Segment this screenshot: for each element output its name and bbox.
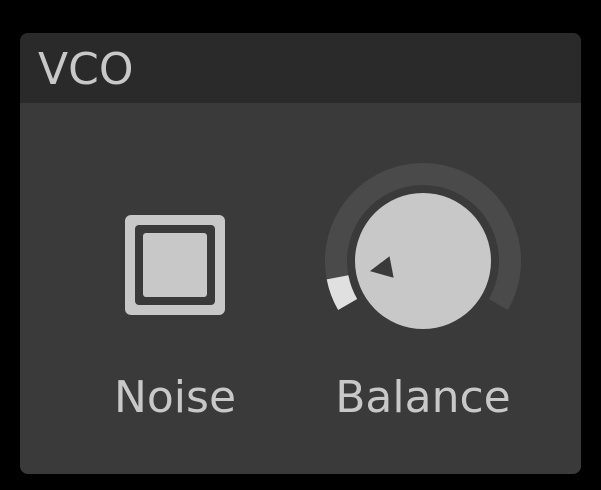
vco-module-panel: VCO Noise Balance bbox=[20, 33, 581, 474]
square-toggle-icon bbox=[125, 215, 225, 315]
knob-cap bbox=[355, 193, 491, 329]
knob-value-arc bbox=[326, 274, 358, 310]
toggle-indicator bbox=[143, 233, 207, 297]
rotary-knob-icon bbox=[325, 163, 521, 329]
noise-label: Noise bbox=[113, 372, 237, 423]
module-header: VCO bbox=[20, 33, 581, 103]
balance-label: Balance bbox=[335, 372, 511, 423]
module-title: VCO bbox=[38, 44, 134, 95]
balance-knob[interactable] bbox=[325, 163, 521, 359]
noise-toggle-button[interactable] bbox=[125, 215, 225, 315]
